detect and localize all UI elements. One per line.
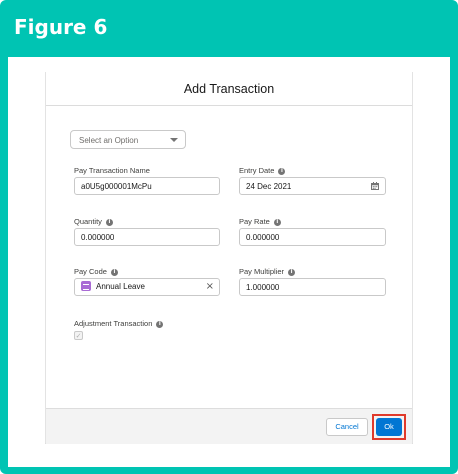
pay-rate-field[interactable]: 0.000000 xyxy=(239,228,386,246)
modal-title: Add Transaction xyxy=(183,82,275,96)
ok-button[interactable]: Ok xyxy=(376,418,402,436)
pay-transaction-name-field[interactable]: a0U5g000001McPu xyxy=(74,177,220,195)
quantity-field[interactable]: 0.000000 xyxy=(74,228,220,246)
modal-header: Add Transaction xyxy=(46,72,412,106)
pay-transaction-name-label: Pay Transaction Name xyxy=(74,166,150,175)
option-select-placeholder: Select an Option xyxy=(79,136,139,145)
cancel-button[interactable]: Cancel xyxy=(326,418,368,436)
entry-date-label: Entry Date i xyxy=(239,166,286,175)
pay-code-value: Annual Leave xyxy=(96,282,145,292)
adjustment-transaction-checkbox[interactable]: ✓ xyxy=(74,331,83,340)
pay-rate-label: Pay Rate i xyxy=(239,217,281,226)
chevron-down-icon xyxy=(170,138,178,142)
add-transaction-modal: Add Transaction Select an Option Pay Tra… xyxy=(45,72,413,444)
option-select[interactable]: Select an Option xyxy=(70,130,186,149)
info-icon[interactable]: i xyxy=(273,218,281,226)
info-icon[interactable]: i xyxy=(156,320,164,328)
pay-code-lookup[interactable]: Annual Leave × xyxy=(74,278,220,296)
info-icon[interactable]: i xyxy=(110,268,118,276)
figure-content: Add Transaction Select an Option Pay Tra… xyxy=(8,57,450,467)
info-icon[interactable]: i xyxy=(288,268,296,276)
clear-selection-icon[interactable]: × xyxy=(206,281,214,292)
calendar-icon[interactable] xyxy=(371,182,379,190)
adjustment-transaction-label: Adjustment Transaction i xyxy=(74,319,164,328)
modal-footer: Cancel Ok xyxy=(46,408,412,444)
pay-multiplier-field[interactable]: 1.000000 xyxy=(239,278,386,296)
entry-date-field[interactable]: 24 Dec 2021 xyxy=(239,177,386,195)
pay-code-label: Pay Code i xyxy=(74,267,118,276)
info-icon[interactable]: i xyxy=(105,218,113,226)
pay-code-record-icon xyxy=(81,281,91,291)
figure-title: Figure 6 xyxy=(14,15,108,39)
pay-multiplier-label: Pay Multiplier i xyxy=(239,267,296,276)
quantity-label: Quantity i xyxy=(74,217,113,226)
info-icon[interactable]: i xyxy=(278,167,286,175)
figure-frame: Figure 6 Add Transaction Select an Optio… xyxy=(0,0,458,474)
